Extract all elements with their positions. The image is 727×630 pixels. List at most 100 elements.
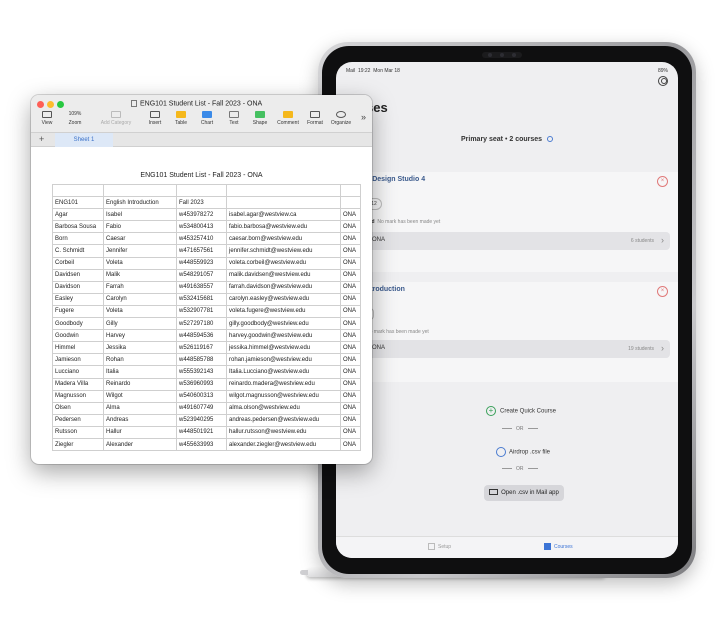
table-cell[interactable]: ONA	[340, 377, 361, 391]
table-cell[interactable]	[52, 183, 104, 198]
tab-setup[interactable]: Setup	[428, 543, 451, 550]
table-cell[interactable]: caesar.born@westview.edu	[226, 232, 341, 246]
toolbar-insert[interactable]: Insert	[141, 111, 169, 126]
table-cell[interactable]: Gilly	[103, 317, 177, 331]
table-cell[interactable]: harvey.goodwin@westview.edu	[226, 329, 341, 343]
table-cell[interactable]: English Introduction	[103, 196, 177, 210]
table-cell[interactable]: gilly.goodbody@westview.edu	[226, 317, 341, 331]
table-cell[interactable]	[226, 183, 341, 198]
table-cell[interactable]: Ziegler	[52, 437, 104, 452]
table-cell[interactable]: Fugere	[52, 304, 104, 319]
table-cell[interactable]: Born	[52, 232, 104, 246]
toolbar-comment[interactable]: Comment	[274, 111, 302, 126]
table-cell[interactable]: C. Schmidt	[52, 244, 104, 258]
table-cell[interactable]: Himmel	[52, 341, 104, 355]
table-cell[interactable]: ONA	[340, 280, 361, 294]
toolbar-add-category[interactable]: Add Category	[95, 111, 137, 126]
table-cell[interactable]: ONA	[340, 353, 361, 367]
table-cell[interactable]: Harvey	[103, 329, 177, 343]
table-cell[interactable]: ONA	[340, 437, 361, 452]
profile-icon[interactable]	[658, 76, 668, 86]
table-cell[interactable]: Davidsen	[52, 268, 104, 282]
table-cell[interactable]: Fabio	[103, 220, 177, 234]
table-cell[interactable]: Fall 2023	[176, 196, 227, 210]
table-cell[interactable]: w453257410	[176, 232, 227, 246]
more-toolbar-icon[interactable]: »	[361, 112, 366, 122]
toolbar-chart[interactable]: Chart	[193, 111, 221, 126]
seat-summary[interactable]: Primary seat • 2 courses	[336, 136, 678, 143]
table-cell[interactable]	[176, 183, 227, 198]
table-cell[interactable]: Alexander	[103, 437, 177, 452]
table-cell[interactable]: w448594536	[176, 329, 227, 343]
toolbar-format[interactable]: Format	[301, 111, 329, 126]
table-cell[interactable]: Magnusson	[52, 389, 104, 403]
table-cell[interactable]: malik.davidsen@westview.edu	[226, 268, 341, 282]
table-cell[interactable]: w455633993	[176, 437, 227, 452]
table-cell[interactable]: Jessika	[103, 341, 177, 355]
table-cell[interactable]: rohan.jamieson@westview.edu	[226, 353, 341, 367]
table-cell[interactable]: Agar	[52, 208, 104, 222]
table-cell[interactable]: Goodwin	[52, 329, 104, 343]
table-cell[interactable]: ONA	[340, 208, 361, 222]
zoom-window-button[interactable]	[57, 101, 64, 108]
course-card[interactable]: ntroduction No mark has been made yet ON…	[366, 282, 678, 382]
table-cell[interactable]: ONA	[340, 304, 361, 319]
table-cell[interactable]: w532907781	[176, 304, 227, 319]
table-cell[interactable]: Barbosa Sousa	[52, 220, 104, 234]
toolbar-shape[interactable]: Shape	[246, 111, 274, 126]
table-cell[interactable]: ONA	[340, 425, 361, 439]
table-cell[interactable]: Wilgot	[103, 389, 177, 403]
table-cell[interactable]: Andreas	[103, 413, 177, 427]
toolbar-view[interactable]: View	[33, 111, 61, 126]
table-cell[interactable]: ONA	[340, 413, 361, 427]
create-quick-course-button[interactable]: + Create Quick Course	[486, 406, 556, 416]
table-cell[interactable]: ONA	[340, 401, 361, 415]
table-cell[interactable]	[340, 183, 361, 198]
airdrop-button[interactable]: Airdrop .csv file	[496, 447, 550, 457]
add-sheet-button[interactable]: +	[39, 134, 44, 144]
table-cell[interactable]: w548291057	[176, 268, 227, 282]
minimize-button[interactable]	[47, 101, 54, 108]
table-cell[interactable]: Easley	[52, 292, 104, 306]
table-cell[interactable]: Italia	[103, 365, 177, 379]
table-cell[interactable]: w534800413	[176, 220, 227, 234]
table-cell[interactable]: Goodbody	[52, 317, 104, 331]
table-cell[interactable]: w536960993	[176, 377, 227, 391]
table-cell[interactable]: jessika.himmel@westview.edu	[226, 341, 341, 355]
table-cell[interactable]	[103, 183, 177, 198]
table-cell[interactable]: Farrah	[103, 280, 177, 294]
tab-courses[interactable]: Courses	[544, 543, 573, 550]
table-cell[interactable]: Hallur	[103, 425, 177, 439]
table-cell[interactable]: Corbeil	[52, 256, 104, 270]
table-cell[interactable]: ONA	[340, 292, 361, 306]
table-cell[interactable]: reinardo.madera@westview.edu	[226, 377, 341, 391]
table-cell[interactable]: w491607749	[176, 401, 227, 415]
table-cell[interactable]: Italia.Lucciano@westview.edu	[226, 365, 341, 379]
table-cell[interactable]: Olsen	[52, 401, 104, 415]
table-cell[interactable]: w532415681	[176, 292, 227, 306]
table-cell[interactable]	[340, 196, 361, 210]
toolbar-table[interactable]: Table	[167, 111, 195, 126]
table-cell[interactable]: wilgot.magnusson@westview.edu	[226, 389, 341, 403]
toolbar-zoom[interactable]: 109% Zoom	[61, 111, 89, 126]
table-cell[interactable]: w540600313	[176, 389, 227, 403]
table-cell[interactable]: Lucciano	[52, 365, 104, 379]
table-cell[interactable]: Rohan	[103, 353, 177, 367]
open-in-mail-button[interactable]: Open .csv in Mail app	[484, 485, 564, 501]
delete-course-icon[interactable]: ×	[657, 286, 668, 297]
table-cell[interactable]: Voleta	[103, 256, 177, 270]
section-row[interactable]: ONA 19 students ›	[366, 340, 670, 358]
table-cell[interactable]: alma.olson@westview.edu	[226, 401, 341, 415]
table-cell[interactable]: voleta.corbeil@westview.edu	[226, 256, 341, 270]
table-cell[interactable]: Carolyn	[103, 292, 177, 306]
table-cell[interactable]: ONA	[340, 341, 361, 355]
table-cell[interactable]: Voleta	[103, 304, 177, 319]
toolbar-text[interactable]: Text	[220, 111, 248, 126]
table-cell[interactable]: farrah.davidson@westview.edu	[226, 280, 341, 294]
table-cell[interactable]: Caesar	[103, 232, 177, 246]
table-cell[interactable]: jennifer.schmidt@westview.edu	[226, 244, 341, 258]
table-cell[interactable]: w448585788	[176, 353, 227, 367]
table-cell[interactable]: w523940295	[176, 413, 227, 427]
table-cell[interactable]: isabel.agar@westview.ca	[226, 208, 341, 222]
table-cell[interactable]: hallur.rutsson@westview.edu	[226, 425, 341, 439]
